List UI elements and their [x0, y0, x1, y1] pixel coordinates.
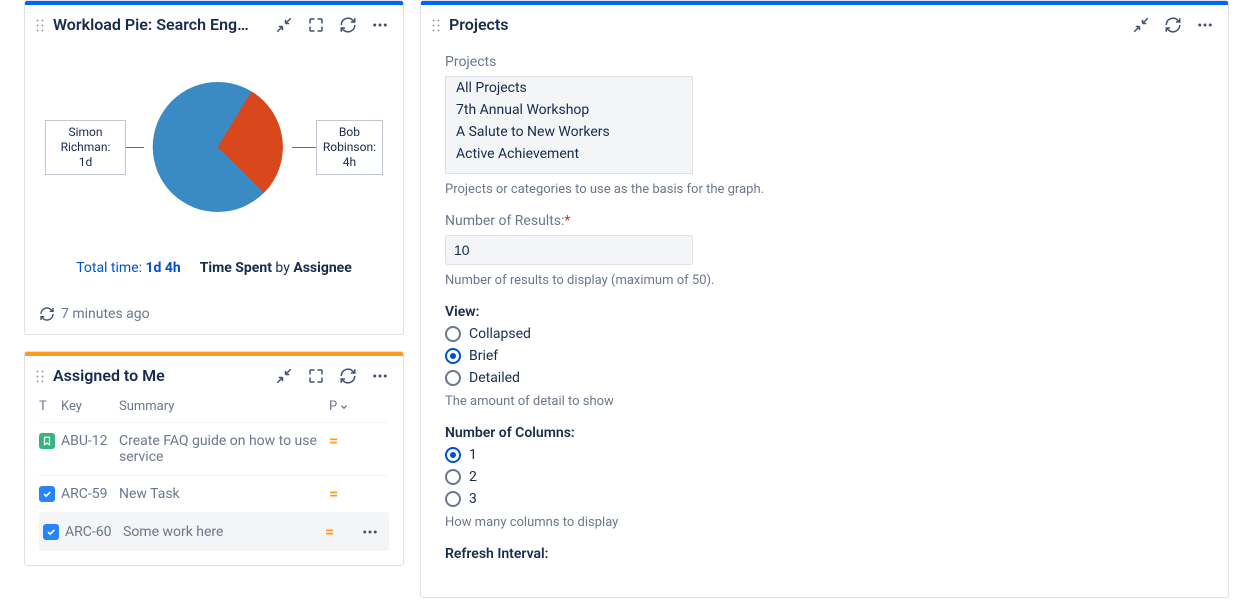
- projects-field-label: Projects: [445, 54, 1204, 70]
- pie-slice-name: BobRobinson: [323, 125, 373, 154]
- projects-listbox[interactable]: All Projects 7th Annual Workshop A Salut…: [445, 76, 693, 174]
- radio-label: Brief: [469, 348, 498, 364]
- pie-slice-value: 4h: [343, 155, 356, 169]
- radio-label: 3: [469, 491, 477, 507]
- col-summary[interactable]: Summary: [119, 399, 329, 414]
- cols-radio-3[interactable]: [445, 491, 461, 507]
- gadget-title: Workload Pie: Search Eng…: [53, 15, 249, 34]
- refresh-icon[interactable]: [39, 306, 55, 322]
- table-row[interactable]: ARC-59 New Task =: [39, 475, 389, 512]
- cols-radio-2[interactable]: [445, 469, 461, 485]
- pie-summary: Total time: 1d 4h Time Spent by Assignee: [45, 260, 383, 276]
- maximize-icon[interactable]: [307, 367, 325, 385]
- total-time-label: Total time:: [76, 260, 142, 276]
- minimize-icon[interactable]: [1132, 16, 1150, 34]
- drag-handle-icon[interactable]: [35, 18, 45, 32]
- refresh-icon[interactable]: [339, 367, 357, 385]
- radio-label: Detailed: [469, 370, 520, 386]
- last-refresh-text: 7 minutes ago: [61, 306, 150, 322]
- dimension-label: Assignee: [293, 260, 351, 276]
- view-radio-collapsed[interactable]: [445, 326, 461, 342]
- view-radio-brief[interactable]: [445, 348, 461, 364]
- pie-chart: [150, 62, 285, 232]
- issue-summary[interactable]: New Task: [119, 486, 329, 502]
- priority-medium-icon: =: [329, 486, 338, 502]
- drag-handle-icon[interactable]: [431, 18, 441, 32]
- refresh-interval-label: Refresh Interval:: [445, 546, 1204, 562]
- view-label: View:: [445, 304, 1204, 320]
- columns-label: Number of Columns:: [445, 425, 1204, 441]
- pie-slice-value: 1d: [79, 155, 93, 169]
- refresh-icon[interactable]: [1164, 16, 1182, 34]
- more-icon[interactable]: [371, 16, 389, 34]
- view-radio-detailed[interactable]: [445, 370, 461, 386]
- issuetype-task-icon: [43, 524, 59, 540]
- pie-slice-label: Simon Richman: 1d: [45, 120, 126, 175]
- table-row[interactable]: ARC-60 Some work here =: [39, 512, 389, 551]
- col-type[interactable]: T: [39, 399, 61, 414]
- issuetype-task-icon: [39, 486, 55, 502]
- drag-handle-icon[interactable]: [35, 369, 45, 383]
- issue-key[interactable]: ARC-60: [65, 524, 123, 540]
- leader-line: [126, 147, 145, 148]
- by-label: by: [275, 260, 289, 276]
- gadget-title: Assigned to Me: [53, 366, 165, 385]
- radio-label: Collapsed: [469, 326, 531, 342]
- metric-label: Time Spent: [200, 260, 272, 276]
- projects-help-text: Projects or categories to use as the bas…: [445, 182, 1204, 197]
- minimize-icon[interactable]: [275, 16, 293, 34]
- num-results-help-text: Number of results to display (maximum of…: [445, 273, 1204, 288]
- num-results-label: Number of Results:*: [445, 213, 1204, 229]
- listbox-option[interactable]: All Projects: [446, 77, 692, 99]
- cols-radio-1[interactable]: [445, 447, 461, 463]
- gadget-assigned-to-me: Assigned to Me: [24, 351, 404, 566]
- issue-key[interactable]: ARC-59: [61, 486, 119, 502]
- table-header: T Key Summary P: [39, 395, 389, 422]
- maximize-icon[interactable]: [307, 16, 325, 34]
- gadget-projects: Projects Projects All Projects: [420, 0, 1229, 598]
- col-priority[interactable]: P: [329, 399, 359, 414]
- pie-slice-label: BobRobinson: 4h: [316, 120, 383, 175]
- gadget-workload-pie: Workload Pie: Search Eng…: [24, 0, 404, 335]
- total-time-value: 1d 4h: [146, 260, 181, 276]
- issuetype-story-icon: [39, 433, 55, 449]
- listbox-option[interactable]: 7th Annual Workshop: [446, 99, 692, 121]
- columns-help-text: How many columns to display: [445, 515, 1204, 530]
- num-results-input[interactable]: [445, 235, 693, 265]
- priority-medium-icon: =: [325, 524, 334, 540]
- issue-key[interactable]: ABU-12: [61, 433, 119, 449]
- listbox-option[interactable]: Active Achievement: [446, 143, 692, 165]
- minimize-icon[interactable]: [275, 367, 293, 385]
- radio-label: 2: [469, 469, 477, 485]
- row-actions-icon[interactable]: [355, 523, 385, 541]
- priority-medium-icon: =: [329, 433, 338, 449]
- issue-summary[interactable]: Create FAQ guide on how to use service: [119, 433, 329, 465]
- issue-summary[interactable]: Some work here: [123, 524, 325, 540]
- table-row[interactable]: ABU-12 Create FAQ guide on how to use se…: [39, 422, 389, 475]
- more-icon[interactable]: [1196, 16, 1214, 34]
- view-help-text: The amount of detail to show: [445, 394, 1204, 409]
- refresh-icon[interactable]: [339, 16, 357, 34]
- col-key[interactable]: Key: [61, 399, 119, 414]
- listbox-option[interactable]: A Salute to New Workers: [446, 121, 692, 143]
- more-icon[interactable]: [371, 367, 389, 385]
- pie-slice-name: Simon Richman: [61, 125, 108, 154]
- chevron-down-icon: [339, 402, 349, 412]
- radio-label: 1: [469, 447, 477, 463]
- leader-line: [292, 147, 316, 148]
- gadget-title: Projects: [449, 15, 509, 34]
